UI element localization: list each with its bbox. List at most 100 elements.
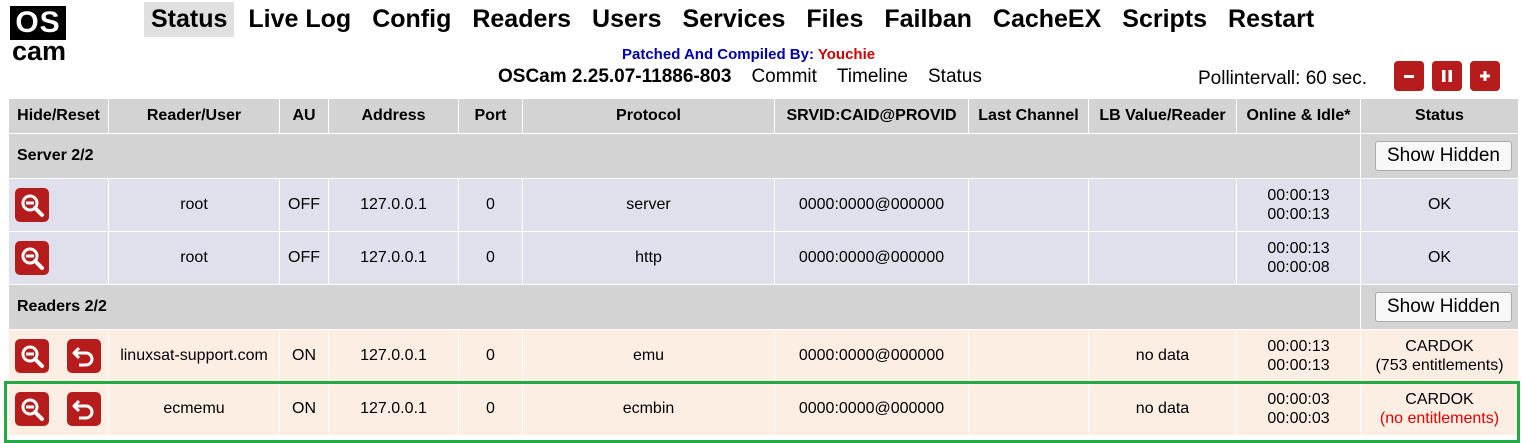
cell-lb: no data (1088, 382, 1237, 436)
commit-link[interactable]: Commit (751, 66, 816, 88)
nav-files[interactable]: Files (799, 2, 870, 37)
row-actions (8, 329, 109, 383)
nav-live-log[interactable]: Live Log (241, 2, 358, 37)
cell-lb (1088, 231, 1237, 285)
nav-users[interactable]: Users (585, 2, 669, 37)
cell-online-idle: 00:00:13 00:00:08 (1236, 231, 1361, 285)
nav-restart[interactable]: Restart (1221, 2, 1321, 37)
idle-time: 00:00:13 (1267, 357, 1330, 374)
reset-button[interactable] (67, 392, 101, 426)
hide-button[interactable] (15, 241, 49, 275)
zoom-out-icon (21, 345, 44, 368)
readers-group-actions: Show Hidden (1360, 284, 1519, 330)
cell-user: root (108, 231, 280, 285)
compiled-by-name: Youchie (817, 46, 876, 63)
table-row: root OFF 127.0.0.1 0 server 0000:0000@00… (8, 178, 1519, 232)
table-row: ecmemu ON 127.0.0.1 0 ecmbin 0000:0000@0… (8, 382, 1519, 436)
hide-button[interactable] (15, 339, 49, 373)
cell-address: 127.0.0.1 (328, 231, 459, 285)
cell-protocol: ecmbin (522, 382, 775, 436)
cell-online-idle: 00:00:13 00:00:13 (1236, 178, 1361, 232)
poll-pause-button[interactable] (1432, 61, 1462, 91)
nav-readers[interactable]: Readers (465, 2, 578, 37)
col-address: Address (328, 98, 459, 134)
server-group-title: Server 2/2 (8, 133, 1361, 179)
col-srvid: SRVID:CAID@PROVID (774, 98, 969, 134)
row-actions (8, 231, 109, 285)
logo-top: OS (10, 6, 66, 40)
status-table: Hide/Reset Reader/User AU Address Port P… (8, 98, 1519, 436)
cell-au: OFF (279, 231, 329, 285)
entitlements-link[interactable]: (753 entitlements) (1362, 356, 1518, 375)
readers-group-title: Readers 2/2 (8, 284, 1361, 330)
status-text: CARDOK (1405, 391, 1474, 408)
status-link[interactable]: Status (928, 66, 982, 88)
cell-last-channel (968, 231, 1089, 285)
col-lb-value: LB Value/Reader (1088, 98, 1237, 134)
server-show-hidden-button[interactable]: Show Hidden (1374, 141, 1512, 171)
main-nav: Status Live Log Config Readers Users Ser… (144, 2, 1328, 37)
version-line: OSCam 2.25.07-11886-803 Commit Timeline … (498, 66, 1002, 88)
cell-status: CARDOK (753 entitlements) (1360, 329, 1519, 383)
table-row: root OFF 127.0.0.1 0 http 0000:0000@0000… (8, 231, 1519, 285)
cell-user: linuxsat-support.com (108, 329, 280, 383)
online-time: 00:00:13 (1267, 187, 1330, 204)
online-time: 00:00:03 (1267, 391, 1330, 408)
table-header-row: Hide/Reset Reader/User AU Address Port P… (8, 98, 1519, 134)
col-au: AU (279, 98, 329, 134)
hide-button[interactable] (15, 392, 49, 426)
cell-last-channel (968, 382, 1089, 436)
cell-online-idle: 00:00:13 00:00:13 (1236, 329, 1361, 383)
cell-lb: no data (1088, 329, 1237, 383)
entitlements-link[interactable]: (no entitlements) (1362, 409, 1518, 428)
hide-button[interactable] (15, 188, 49, 222)
poll-increase-button[interactable] (1470, 61, 1500, 91)
readers-show-hidden-button[interactable]: Show Hidden (1374, 292, 1512, 322)
cell-port: 0 (458, 329, 523, 383)
nav-config[interactable]: Config (365, 2, 458, 37)
zoom-out-icon (21, 398, 44, 421)
cell-status: CARDOK (no entitlements) (1360, 382, 1519, 436)
server-group-actions: Show Hidden (1360, 133, 1519, 179)
cell-srvid: 0000:0000@000000 (774, 231, 969, 285)
cell-au: OFF (279, 178, 329, 232)
row-actions (8, 178, 109, 232)
cell-address: 127.0.0.1 (328, 178, 459, 232)
idle-time: 00:00:08 (1267, 259, 1330, 276)
cell-status: OK (1360, 231, 1519, 285)
reset-button[interactable] (67, 339, 101, 373)
nav-failban[interactable]: Failban (877, 2, 979, 37)
version-text: OSCam 2.25.07-11886-803 (498, 66, 732, 87)
cell-srvid: 0000:0000@000000 (774, 178, 969, 232)
idle-time: 00:00:03 (1267, 410, 1330, 427)
nav-scripts[interactable]: Scripts (1115, 2, 1214, 37)
reset-arrow-icon (72, 399, 94, 420)
readers-group-row: Readers 2/2 Show Hidden (8, 284, 1519, 330)
cell-port: 0 (458, 382, 523, 436)
oscam-logo: OS cam (10, 6, 68, 66)
timeline-link[interactable]: Timeline (837, 66, 908, 88)
cell-srvid: 0000:0000@000000 (774, 329, 969, 383)
nav-status[interactable]: Status (144, 2, 235, 37)
poll-decrease-button[interactable] (1394, 61, 1424, 91)
cell-srvid: 0000:0000@000000 (774, 382, 969, 436)
table-row: linuxsat-support.com ON 127.0.0.1 0 emu … (8, 329, 1519, 383)
col-protocol: Protocol (522, 98, 775, 134)
col-hide-reset: Hide/Reset (8, 98, 109, 134)
col-reader-user: Reader/User (108, 98, 280, 134)
online-time: 00:00:13 (1267, 338, 1330, 355)
cell-lb (1088, 178, 1237, 232)
cell-online-idle: 00:00:03 00:00:03 (1236, 382, 1361, 436)
cell-address: 127.0.0.1 (328, 382, 459, 436)
row-actions (8, 382, 109, 436)
status-text: CARDOK (1405, 338, 1474, 355)
online-time: 00:00:13 (1267, 240, 1330, 257)
logo-bottom: cam (11, 36, 67, 66)
cell-protocol: http (522, 231, 775, 285)
plus-icon (1480, 71, 1490, 81)
cell-protocol: emu (522, 329, 775, 383)
cell-port: 0 (458, 231, 523, 285)
nav-cacheex[interactable]: CacheEX (986, 2, 1108, 37)
nav-services[interactable]: Services (676, 2, 793, 37)
zoom-out-icon (21, 194, 44, 217)
